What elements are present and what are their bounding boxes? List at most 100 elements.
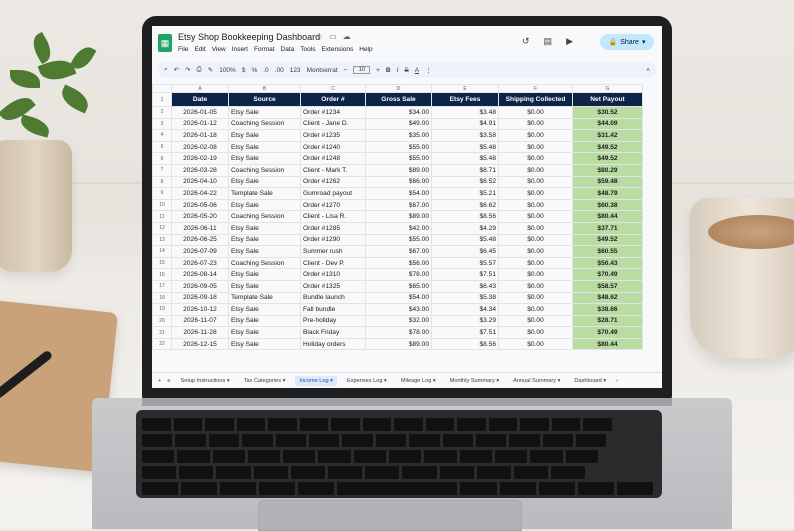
cell[interactable]: $0.00 xyxy=(498,106,573,119)
chevron-down-icon[interactable]: ▾ xyxy=(431,378,436,384)
key[interactable] xyxy=(576,434,607,447)
key[interactable] xyxy=(212,450,245,463)
cell[interactable]: $0.00 xyxy=(498,175,573,189)
key[interactable] xyxy=(583,418,612,431)
key[interactable] xyxy=(362,418,391,431)
row-number[interactable]: 19 xyxy=(152,303,172,316)
cell[interactable]: $42.00 xyxy=(365,221,432,235)
cell[interactable]: $60.38 xyxy=(572,198,643,212)
cell[interactable]: $4.29 xyxy=(431,221,499,235)
cell[interactable]: $0.00 xyxy=(498,279,573,293)
cell[interactable]: Order #1240 xyxy=(300,140,366,154)
key[interactable] xyxy=(353,450,387,463)
chevron-down-icon[interactable]: ▾ xyxy=(556,378,561,384)
key[interactable] xyxy=(509,434,540,447)
cell[interactable]: $54.00 xyxy=(365,187,432,200)
key[interactable] xyxy=(327,466,363,479)
document-title[interactable]: Etsy Shop Bookkeeping Dashboard xyxy=(178,32,320,42)
star-icon[interactable]: ☆ xyxy=(316,32,323,41)
key[interactable] xyxy=(520,418,549,431)
cell[interactable]: Client - Dev P. xyxy=(300,256,366,270)
cell[interactable]: 2026-12-15 xyxy=(171,337,229,351)
cell[interactable]: $0.00 xyxy=(498,303,573,316)
currency-format-button[interactable]: $ xyxy=(242,67,246,74)
all-sheets-icon[interactable]: ≡ xyxy=(167,378,170,384)
key[interactable] xyxy=(242,434,273,447)
cell[interactable]: 2026-10-12 xyxy=(171,303,229,316)
cell[interactable]: $78.00 xyxy=(365,326,432,339)
cell[interactable]: 2026-07-23 xyxy=(171,256,229,270)
key[interactable] xyxy=(290,466,325,479)
key[interactable] xyxy=(538,482,575,495)
cell[interactable]: Holiday orders xyxy=(300,337,366,351)
cell[interactable]: $0.00 xyxy=(498,268,573,281)
key[interactable] xyxy=(236,418,265,431)
menu-item-tools[interactable]: Tools xyxy=(300,46,315,53)
key[interactable] xyxy=(181,482,218,495)
row-number[interactable]: 11 xyxy=(152,210,172,223)
cell[interactable]: $67.00 xyxy=(365,245,432,258)
cell[interactable]: $38.66 xyxy=(572,303,643,316)
cell[interactable]: $0.00 xyxy=(498,140,573,154)
cell[interactable]: $5.57 xyxy=(431,256,499,270)
key[interactable] xyxy=(565,450,598,463)
key[interactable] xyxy=(283,450,316,463)
zoom-select[interactable]: 100% xyxy=(219,67,236,74)
key[interactable] xyxy=(142,482,179,495)
cell[interactable]: $0.00 xyxy=(498,291,573,305)
chevron-down-icon[interactable]: ▾ xyxy=(602,378,606,384)
cell[interactable]: $5.38 xyxy=(431,291,499,305)
cell[interactable]: $80.44 xyxy=(572,337,643,351)
cell[interactable]: Etsy Sale xyxy=(228,326,301,339)
key[interactable] xyxy=(460,482,497,495)
key[interactable] xyxy=(389,450,422,463)
key[interactable] xyxy=(542,434,574,447)
tab-annual-summary[interactable]: Annual Summary ▾ xyxy=(509,376,564,386)
key[interactable] xyxy=(142,466,177,479)
cell[interactable]: $0.00 xyxy=(498,326,573,339)
menu-item-data[interactable]: Data xyxy=(281,46,295,53)
cell[interactable]: $80.44 xyxy=(572,210,643,223)
cell[interactable]: $5.48 xyxy=(431,152,499,165)
key[interactable] xyxy=(175,434,206,447)
row-number[interactable]: 9 xyxy=(152,187,172,200)
cell[interactable]: Etsy Sale xyxy=(228,152,301,165)
cell[interactable]: Etsy Sale xyxy=(228,233,301,247)
cell[interactable]: $48.79 xyxy=(572,187,643,200)
header-cell[interactable]: Gross Sale xyxy=(365,92,432,107)
key[interactable] xyxy=(425,418,454,431)
row-number[interactable]: 20 xyxy=(152,314,172,328)
cell[interactable]: Order #1262 xyxy=(300,175,366,189)
cell[interactable]: $35.00 xyxy=(365,129,432,142)
menu-item-insert[interactable]: Insert xyxy=(232,46,248,53)
search-icon[interactable]: ⌕ xyxy=(164,66,168,74)
key[interactable] xyxy=(402,466,437,479)
header-cell[interactable]: Order # xyxy=(300,92,366,107)
cell[interactable]: 2026-02-19 xyxy=(171,152,229,165)
column-header-b[interactable]: B xyxy=(228,84,301,93)
row-number[interactable]: 5 xyxy=(152,140,172,154)
cell[interactable]: Order #1270 xyxy=(300,198,366,212)
key[interactable] xyxy=(409,434,440,447)
cell[interactable]: Order #1248 xyxy=(300,152,366,165)
cell[interactable]: $8.56 xyxy=(431,337,499,351)
key[interactable] xyxy=(494,450,528,463)
cell[interactable]: $5.48 xyxy=(431,233,499,247)
tab-expenses-log[interactable]: Expenses Log ▾ xyxy=(343,376,391,386)
percent-format-button[interactable]: % xyxy=(251,67,257,74)
column-header-f[interactable]: F xyxy=(498,84,573,93)
cell[interactable]: $32.00 xyxy=(365,314,432,328)
menu-item-help[interactable]: Help xyxy=(359,46,372,53)
cell[interactable]: 2026-03-28 xyxy=(171,163,229,177)
cell[interactable]: $37.71 xyxy=(572,221,643,235)
header-cell[interactable]: Date xyxy=(171,92,229,107)
cell[interactable]: $49.00 xyxy=(365,117,432,131)
cell[interactable]: 2026-01-12 xyxy=(171,117,229,131)
cell[interactable]: Gumroad payout xyxy=(300,187,366,200)
cell[interactable]: $31.42 xyxy=(572,129,643,142)
cell[interactable]: $60.55 xyxy=(572,245,643,258)
font-size-increase-button[interactable]: + xyxy=(376,67,380,74)
select-all-corner[interactable] xyxy=(152,84,172,93)
key[interactable] xyxy=(551,466,586,479)
key[interactable] xyxy=(205,418,234,431)
